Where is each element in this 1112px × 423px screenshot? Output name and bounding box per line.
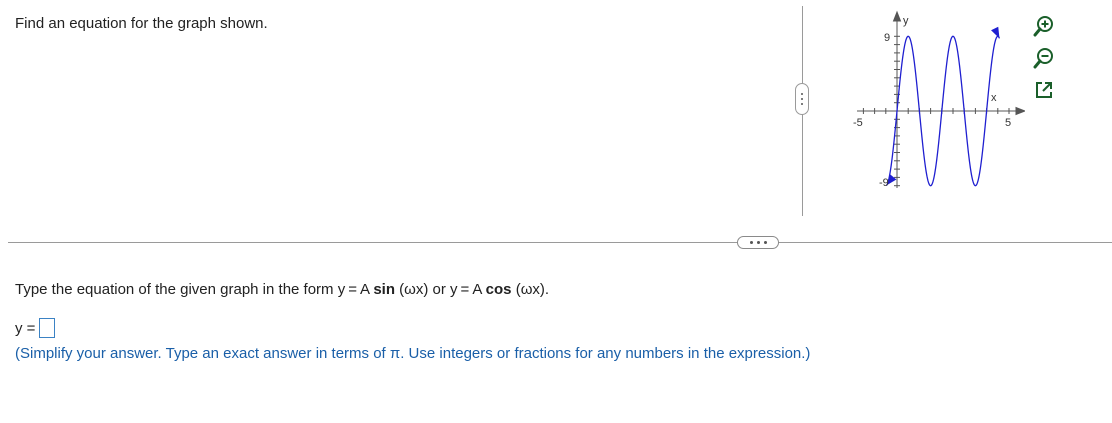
zoom-out-button[interactable] bbox=[1032, 46, 1056, 70]
cos-keyword: cos bbox=[485, 281, 512, 298]
horizontal-divider bbox=[8, 242, 1112, 243]
answer-label: y = bbox=[15, 319, 36, 337]
x-min-label: -5 bbox=[853, 117, 863, 129]
y-axis-label: y bbox=[903, 15, 909, 27]
popout-button[interactable] bbox=[1032, 78, 1056, 102]
answer-row: y = bbox=[15, 318, 56, 338]
instruction-part: Type the equation of the given graph in … bbox=[15, 281, 374, 298]
y-min-label: -9 bbox=[879, 177, 889, 189]
zoom-in-icon bbox=[1033, 16, 1053, 37]
instruction-part: (ωx) or y = A bbox=[395, 281, 486, 298]
question-text: Find an equation for the graph shown. bbox=[15, 15, 268, 32]
sine-graph: y x 9 -9 -5 5 bbox=[853, 10, 1025, 189]
x-axis-arrow bbox=[1015, 106, 1025, 116]
zoom-out-icon bbox=[1033, 48, 1053, 69]
y-max-label: 9 bbox=[884, 32, 890, 44]
zoom-in-button[interactable] bbox=[1032, 14, 1056, 38]
graph-toolbar bbox=[1032, 14, 1056, 102]
hint-text: (Simplify your answer. Type an exact ans… bbox=[15, 345, 811, 362]
x-max-label: 5 bbox=[1005, 117, 1011, 129]
x-axis-label: x bbox=[991, 92, 997, 104]
popout-icon bbox=[1036, 82, 1052, 98]
horizontal-resize-handle[interactable] bbox=[737, 236, 779, 249]
y-axis-arrow bbox=[892, 10, 902, 22]
answer-input[interactable] bbox=[39, 318, 56, 338]
sin-keyword: sin bbox=[373, 281, 396, 298]
curve-right-arrow bbox=[991, 26, 1000, 39]
vertical-resize-handle[interactable] bbox=[795, 83, 809, 115]
instruction-text: Type the equation of the given graph in … bbox=[15, 281, 549, 298]
instruction-part: (ωx). bbox=[511, 281, 550, 298]
